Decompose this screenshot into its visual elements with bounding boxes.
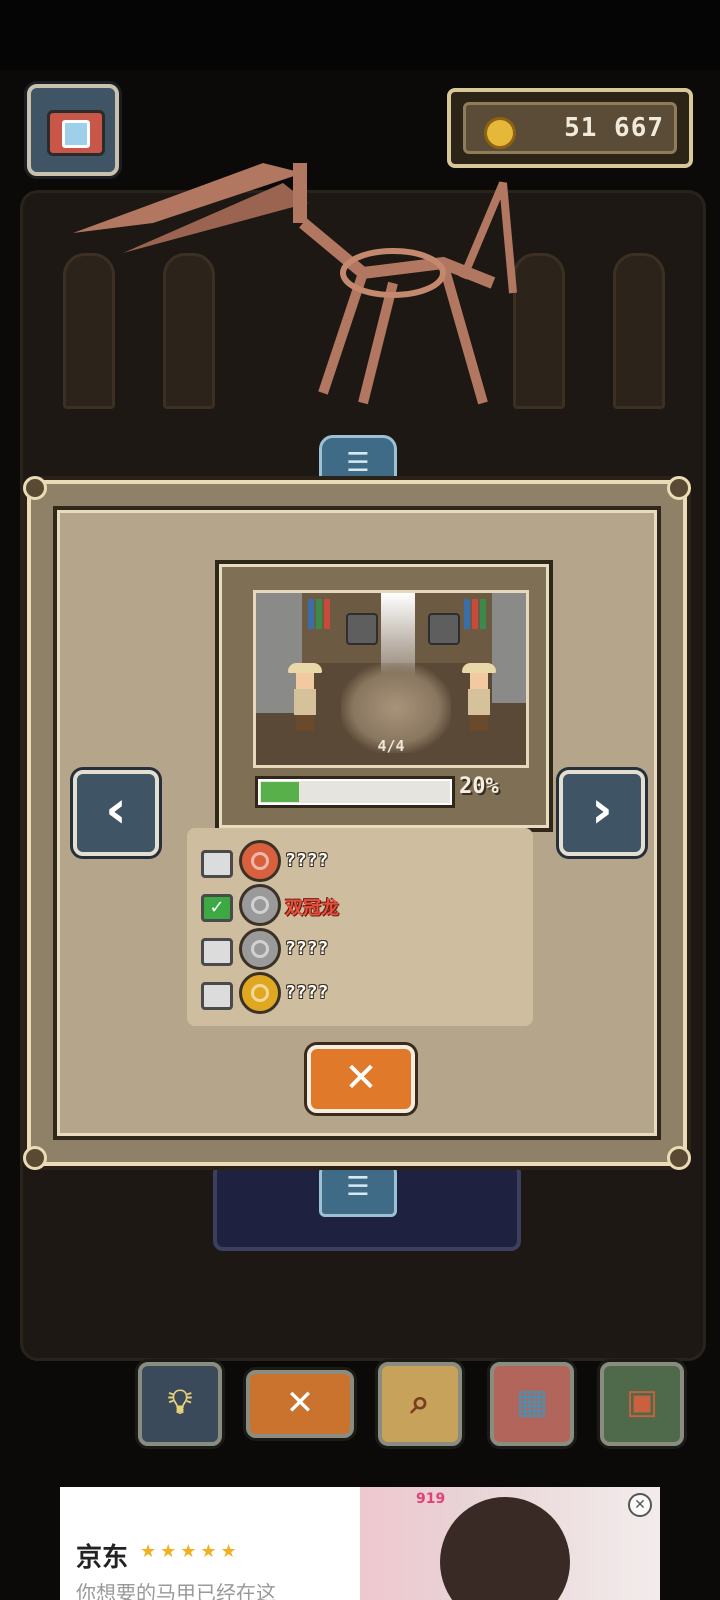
species-name: ???? [285, 850, 329, 871]
checkbox [201, 938, 233, 966]
list-item[interactable]: ✓ 双冠龙 [201, 884, 521, 926]
pillar [613, 253, 665, 409]
hint-button[interactable]: 💡︎ [138, 1362, 222, 1446]
previous-button[interactable]: ‹ [73, 770, 159, 856]
pterosaur-skeleton [73, 163, 517, 405]
checkbox [201, 850, 233, 878]
lightbulb-icon: 💡︎ [168, 1382, 192, 1422]
ad-rating-stars: ★★★★★ [140, 1541, 241, 1562]
coin-counter: 51 667 [447, 88, 693, 168]
close-icon: ✕ [344, 1055, 378, 1101]
progress-percent: 20% [459, 774, 499, 799]
excavation-preview-frame: 4/4 20% [215, 560, 553, 832]
map-button[interactable]: ▦ [490, 1362, 574, 1446]
explorer-character [462, 663, 496, 733]
coin-icon [484, 117, 516, 149]
fossil-book-button[interactable]: ▣ [600, 1362, 684, 1446]
map-icon: ▦ [515, 1382, 549, 1422]
fossil-icon [239, 840, 281, 882]
excavation-progress-bar [255, 776, 455, 808]
fossil-icon [239, 884, 281, 926]
species-list: ???? ✓ 双冠龙 ???? ???? [187, 828, 533, 1026]
fossil-book-icon: ▣ [625, 1382, 659, 1422]
species-name: 双冠龙 [285, 898, 339, 919]
close-icon: ✕ [285, 1383, 315, 1423]
explorer-character [288, 663, 322, 733]
list-item[interactable]: ???? [201, 972, 521, 1014]
species-name: ???? [285, 982, 329, 1003]
magnifier-question-icon: ⌕ [410, 1382, 430, 1422]
progress-fill [261, 782, 299, 802]
camera-button[interactable] [27, 84, 119, 176]
preview-count: 4/4 [377, 737, 405, 755]
excavation-preview-image: 4/4 [253, 590, 529, 768]
chevron-left-icon: ‹ [105, 780, 127, 840]
dialog-panel: 4/4 20% ‹ › ???? ✓ 双冠龙 ???? ???? ✕ [53, 506, 661, 1140]
camera-icon [47, 110, 105, 156]
checkbox: ✓ [201, 894, 233, 922]
next-button[interactable]: › [559, 770, 645, 856]
coin-value: 51 667 [564, 113, 664, 143]
inspect-button[interactable]: ⌕ [378, 1362, 462, 1446]
ad-tagline: 你想要的马甲已经在这 [76, 1581, 276, 1600]
ad-brand: 京东 [76, 1543, 129, 1573]
fossil-icon [239, 972, 281, 1014]
close-circle-icon[interactable]: ✕ [628, 1493, 652, 1517]
close-dialog-button[interactable]: ✕ [307, 1045, 415, 1113]
species-name: ???? [285, 938, 329, 959]
fossil-icon [239, 928, 281, 970]
cancel-tool-button[interactable]: ✕ [246, 1370, 354, 1438]
checkbox [201, 982, 233, 1010]
ad-photo: 919 ✕ [360, 1487, 660, 1600]
ad-badge: 919 [416, 1491, 446, 1507]
exhibit-info-tab-lower[interactable]: ☰ [319, 1159, 397, 1217]
list-item[interactable]: ???? [201, 840, 521, 882]
excavation-dialog: 4/4 20% ‹ › ???? ✓ 双冠龙 ???? ???? ✕ [23, 476, 691, 1170]
status-bar-area [0, 0, 720, 70]
ad-banner[interactable]: 京东 ★★★★★ 你想要的马甲已经在这 919 ✕ [60, 1487, 660, 1600]
chevron-right-icon: › [591, 780, 613, 840]
list-item[interactable]: ???? [201, 928, 521, 970]
